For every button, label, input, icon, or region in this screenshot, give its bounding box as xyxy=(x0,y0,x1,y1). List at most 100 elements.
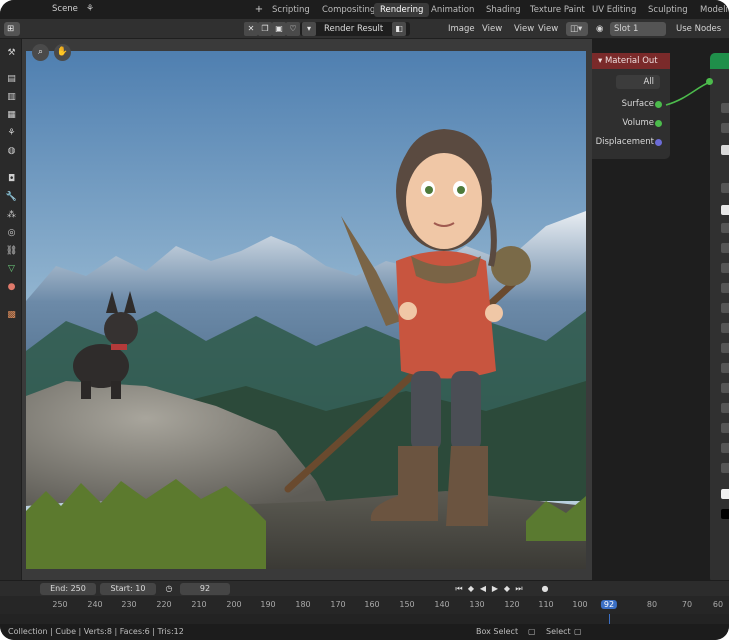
mouse-icon: ▢ xyxy=(574,627,582,636)
current-frame-marker[interactable]: 92 xyxy=(600,600,618,609)
jump-start-button[interactable]: ⏮ xyxy=(454,584,464,594)
node-link xyxy=(665,81,711,106)
select-hint: Select xyxy=(546,627,571,636)
scene-icon[interactable]: ⚘ xyxy=(5,127,18,140)
current-frame-field[interactable]: 92 xyxy=(180,583,230,595)
node-field[interactable] xyxy=(721,323,729,333)
node-field[interactable] xyxy=(721,223,729,233)
play-reverse-button[interactable]: ◀ xyxy=(478,584,488,594)
record-button[interactable]: ● xyxy=(540,584,550,594)
render-icon[interactable]: ▤ xyxy=(5,73,18,86)
tab-modeling[interactable]: Modeling xyxy=(694,3,729,17)
node-field[interactable] xyxy=(721,123,729,133)
frame-tick: 200 xyxy=(226,600,242,609)
scene-stats: Collection | Cube | Verts:8 | Faces:6 | … xyxy=(8,627,184,636)
bsdf-node-header xyxy=(710,53,729,69)
view-menu-3[interactable]: View xyxy=(538,22,558,36)
tab-scripting[interactable]: Scripting xyxy=(266,3,316,17)
prev-keyframe-button[interactable]: ◆ xyxy=(466,584,476,594)
texture-icon[interactable]: ▩ xyxy=(5,309,18,322)
copy-image-icon[interactable]: ❐ xyxy=(258,22,272,36)
close-image-icon[interactable]: ✕ xyxy=(244,22,258,36)
frame-tick: 130 xyxy=(469,600,485,609)
constraints-icon[interactable]: ⛓ xyxy=(5,245,18,258)
tab-texture-paint[interactable]: Texture Paint xyxy=(524,3,591,17)
next-keyframe-button[interactable]: ◆ xyxy=(502,584,512,594)
object-icon[interactable]: ◘ xyxy=(5,173,18,186)
scene-icon[interactable]: ⚘ xyxy=(86,4,102,15)
node-field[interactable] xyxy=(721,463,729,473)
jump-end-button[interactable]: ⏭ xyxy=(514,584,524,594)
node-field[interactable] xyxy=(721,263,729,273)
socket-bsdf-out[interactable] xyxy=(706,78,713,85)
modifier-icon[interactable]: 🔧 xyxy=(5,191,18,204)
status-bar: Collection | Cube | Verts:8 | Faces:6 | … xyxy=(0,624,729,640)
node-color-field[interactable] xyxy=(721,145,729,155)
node-field[interactable] xyxy=(721,343,729,353)
tab-shading[interactable]: Shading xyxy=(480,3,527,17)
mouse-icon: ▢ xyxy=(528,627,536,636)
data-icon[interactable]: ▽ xyxy=(5,263,18,276)
view-menu-2[interactable]: View xyxy=(514,22,534,36)
node-field[interactable] xyxy=(721,243,729,253)
material-icon[interactable]: ◉ xyxy=(596,22,603,36)
node-color-field[interactable] xyxy=(721,205,729,215)
node-field[interactable] xyxy=(721,383,729,393)
editor-type-icon: ⊞ xyxy=(7,24,15,34)
play-button[interactable]: ▶ xyxy=(490,584,500,594)
world-icon[interactable]: ◍ xyxy=(5,145,18,158)
frame-tick: 210 xyxy=(191,600,207,609)
tab-sculpting[interactable]: Sculpting xyxy=(642,3,694,17)
start-frame-field[interactable]: Start: 10 xyxy=(100,583,156,595)
node-color-field[interactable] xyxy=(721,489,729,499)
end-frame-field[interactable]: End: 250 xyxy=(40,583,96,595)
node-field[interactable] xyxy=(721,443,729,453)
add-workspace-button[interactable]: + xyxy=(253,3,265,17)
frame-tick: 170 xyxy=(330,600,346,609)
node-field[interactable] xyxy=(721,363,729,373)
slot-label: Slot 1 xyxy=(614,24,639,34)
material-tab-icon[interactable]: ● xyxy=(5,281,18,294)
tab-uv-editing[interactable]: UV Editing xyxy=(586,3,642,17)
image-browse-icon[interactable]: ▾ xyxy=(302,22,316,36)
timeline-area[interactable] xyxy=(0,614,729,624)
tab-compositing[interactable]: Compositing xyxy=(316,3,381,17)
playhead-line xyxy=(609,614,610,624)
properties-tab-bar: ⚒ ▤ ▥ ▦ ⚘ ◍ ◘ 🔧 ⁂ ◎ ⛓ ▽ ● ▩ xyxy=(0,39,22,593)
use-nodes-toggle[interactable]: Use Nodes xyxy=(676,22,721,36)
image-menu[interactable]: Image xyxy=(448,22,475,36)
frame-tick: 100 xyxy=(572,600,588,609)
node-field[interactable] xyxy=(721,103,729,113)
node-field[interactable] xyxy=(721,403,729,413)
clock-icon[interactable]: ◷ xyxy=(164,584,174,594)
timeline-ruler[interactable]: 250 240 230 220 210 200 190 180 170 160 … xyxy=(0,596,729,614)
frame-tick: 140 xyxy=(434,600,450,609)
display-channels-icon[interactable]: ◧ xyxy=(392,22,406,36)
node-field[interactable] xyxy=(721,283,729,293)
tool-settings-icon[interactable]: ⚒ xyxy=(5,47,18,60)
pan-hand-icon[interactable]: ✋ xyxy=(54,44,71,61)
frame-tick: 60 xyxy=(712,600,724,609)
node-field[interactable] xyxy=(721,303,729,313)
frame-tick: 160 xyxy=(364,600,380,609)
zoom-icon[interactable]: ⌕ xyxy=(32,44,49,61)
node-field[interactable] xyxy=(721,423,729,433)
tab-animation[interactable]: Animation xyxy=(425,3,480,17)
save-image-icon[interactable]: ▣ xyxy=(272,22,286,36)
particles-icon[interactable]: ⁂ xyxy=(5,209,18,222)
frame-tick: 70 xyxy=(681,600,693,609)
node-editor[interactable]: ▾ Material Out All Surface Volume Displa… xyxy=(592,39,729,580)
fake-user-icon[interactable]: ♡ xyxy=(286,22,300,36)
node-color-field[interactable] xyxy=(721,509,729,519)
frame-tick: 120 xyxy=(504,600,520,609)
view-menu[interactable]: View xyxy=(482,22,502,36)
view-layer-icon[interactable]: ▦ xyxy=(5,109,18,122)
blender-window: Scene ⚘ + Scripting Compositing Renderin… xyxy=(0,0,729,640)
scene-selector[interactable]: Scene xyxy=(52,3,78,16)
image-viewport[interactable]: ⌕ ✋ xyxy=(22,39,592,580)
physics-icon[interactable]: ◎ xyxy=(5,227,18,240)
node-field[interactable] xyxy=(721,183,729,193)
image-editor-header: ⊞ View Image Render Result ▾ ✕ ❐ ▣ ♡ ◧ V… xyxy=(0,19,729,39)
output-icon[interactable]: ▥ xyxy=(5,91,18,104)
tab-rendering[interactable]: Rendering xyxy=(374,3,430,17)
